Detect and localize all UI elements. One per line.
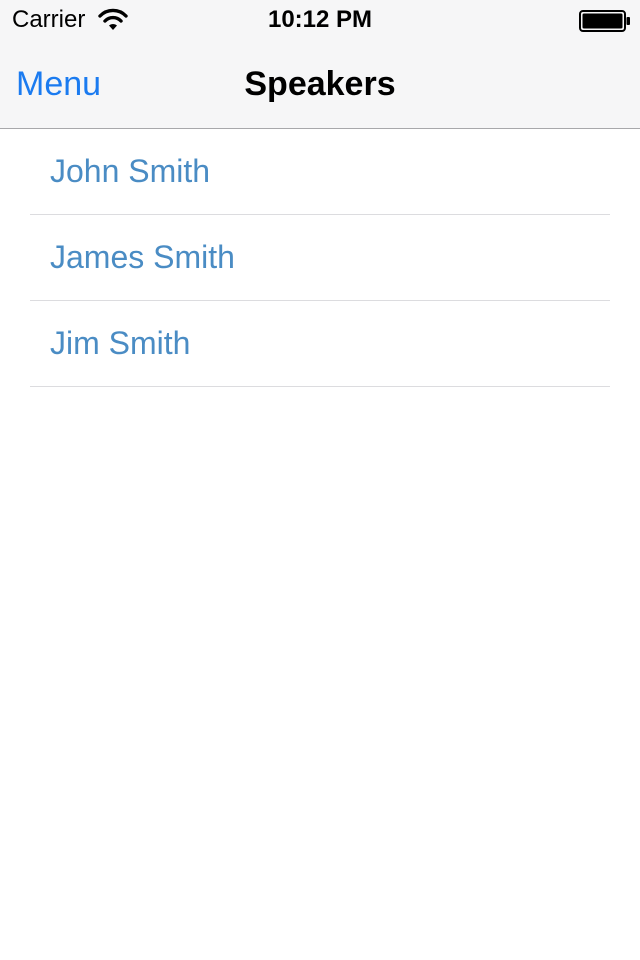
- page-title: Speakers: [244, 65, 396, 103]
- list-item-speaker[interactable]: Jim Smith: [30, 301, 610, 387]
- status-bar: Carrier 10:12 PM: [0, 0, 640, 40]
- top-bar: Carrier 10:12 PM Menu Speakers: [0, 0, 640, 129]
- speaker-name: Jim Smith: [50, 325, 191, 361]
- status-time: 10:12 PM: [267, 6, 373, 33]
- navigation-bar: Menu Speakers: [0, 40, 640, 128]
- speaker-name: John Smith: [50, 153, 211, 189]
- list-item-speaker[interactable]: John Smith: [30, 129, 610, 215]
- battery-icon: [579, 10, 630, 32]
- speakers-screen: Carrier 10:12 PM Menu Speakers John Smit…: [0, 0, 640, 960]
- speaker-name: James Smith: [50, 239, 235, 275]
- list-item-speaker[interactable]: James Smith: [30, 215, 610, 301]
- speakers-list: John Smith James Smith Jim Smith: [0, 129, 640, 387]
